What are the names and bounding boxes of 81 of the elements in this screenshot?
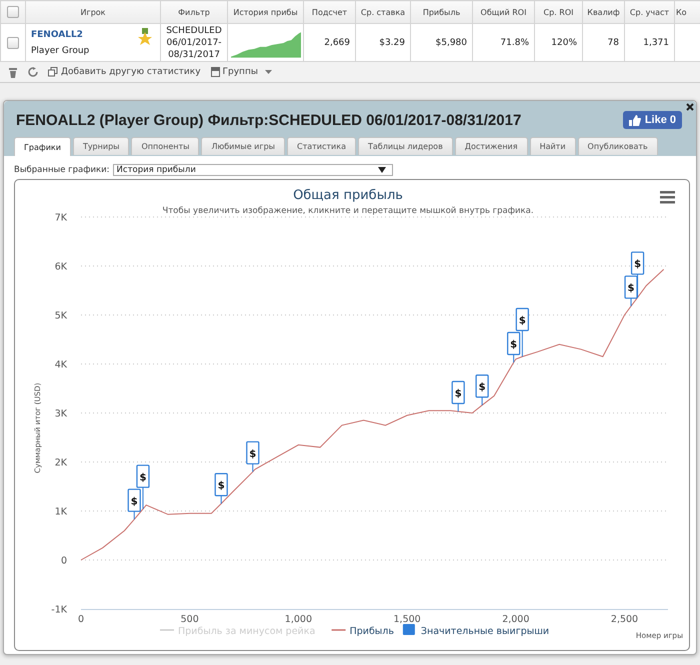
table-cell: 1,371 bbox=[643, 38, 669, 48]
big-win-flag: $ bbox=[516, 308, 529, 358]
axis-tick-label: 4K bbox=[54, 360, 67, 370]
axis-tick-label: 6K bbox=[54, 262, 67, 272]
checkbox[interactable] bbox=[7, 6, 19, 18]
axis-tick-label: 3K bbox=[54, 408, 67, 420]
legend-item[interactable]: Значительные выигрыши bbox=[402, 624, 550, 637]
big-win-flag: $ bbox=[128, 488, 141, 520]
tab[interactable]: Графики bbox=[14, 137, 71, 156]
delete-button[interactable] bbox=[8, 66, 18, 78]
column-header[interactable]: Ко bbox=[676, 8, 687, 16]
tab[interactable]: Оппоненты bbox=[131, 137, 200, 155]
axis-tick-label: 5K bbox=[54, 310, 67, 322]
axis-tick-label: -1K bbox=[51, 604, 67, 616]
axis-tick-label: 1,000 bbox=[284, 614, 312, 625]
add-statistic-button[interactable]: Добавить другую статистику bbox=[48, 67, 201, 77]
tab[interactable]: Достижения bbox=[454, 137, 528, 155]
tab[interactable]: Опубликовать bbox=[578, 137, 658, 155]
big-win-flag: $ bbox=[246, 441, 260, 472]
axis-tick-label: 2,500 bbox=[610, 614, 638, 625]
axis-tick-label: 500 bbox=[180, 614, 199, 625]
table-cell: $3.29 bbox=[379, 38, 405, 48]
axis-tick-label: 0 bbox=[78, 614, 84, 625]
like-button[interactable]: Like 0 bbox=[622, 111, 682, 129]
table-cell: 71.8% bbox=[500, 38, 529, 48]
axis-tick-label: 2,000 bbox=[502, 614, 530, 625]
groups-button[interactable]: Группы bbox=[210, 67, 272, 77]
axis-tick-label: 7K bbox=[54, 212, 67, 224]
chart-title: Общая прибыль bbox=[293, 188, 403, 203]
big-win-flag: $ bbox=[214, 473, 228, 504]
annotation: $ bbox=[249, 448, 256, 460]
chart-dropdown[interactable]: История прибыли bbox=[112, 164, 393, 176]
close-icon[interactable] bbox=[686, 103, 694, 111]
refresh-button[interactable] bbox=[28, 67, 38, 77]
axis-tick-label: 2K bbox=[54, 458, 67, 468]
filter-text: SCHEDULED bbox=[165, 24, 223, 36]
field-label: Выбранные графики: bbox=[14, 165, 110, 175]
big-win-flag: $ bbox=[136, 464, 150, 510]
tab[interactable]: Турниры bbox=[72, 137, 130, 155]
annotation: $ bbox=[218, 480, 225, 492]
annotation: $ bbox=[130, 496, 138, 508]
big-win-flag: $ bbox=[452, 380, 465, 412]
caret-icon bbox=[264, 70, 272, 74]
annotation: $ bbox=[518, 316, 526, 327]
annotation: $ bbox=[634, 259, 642, 270]
checkbox[interactable] bbox=[7, 36, 19, 48]
windows-icon bbox=[48, 67, 58, 77]
menu-icon[interactable] bbox=[660, 191, 675, 204]
table-cell: 78 bbox=[608, 38, 619, 48]
table-cell: 120% bbox=[551, 38, 577, 48]
filter-text: 08/31/2017 bbox=[167, 48, 221, 60]
tab[interactable]: Любимые игры bbox=[201, 137, 285, 155]
table-cell: 2,669 bbox=[324, 38, 350, 48]
tab[interactable]: Найти bbox=[530, 137, 576, 155]
annotation: $ bbox=[454, 388, 462, 400]
medal-icon bbox=[138, 28, 152, 45]
tab[interactable]: Статистика bbox=[286, 137, 356, 155]
thumbs-up-icon bbox=[628, 114, 641, 126]
chart-subtitle: Чтобы увеличить изображение, кликните и перетащите мышкой внутрь графика. bbox=[162, 206, 534, 216]
big-win-flag: $ bbox=[624, 276, 638, 307]
axis-tick-label: 0 bbox=[60, 556, 67, 566]
axis-tick-label: 1K bbox=[54, 506, 67, 518]
axis-tick-label: 1,500 bbox=[394, 614, 421, 625]
legend-item[interactable]: Прибыль bbox=[332, 626, 394, 637]
player-group: Player Group bbox=[31, 46, 155, 56]
player-link[interactable]: FENOALL2 bbox=[31, 30, 155, 40]
annotation: $ bbox=[478, 382, 486, 394]
tab[interactable]: Таблицы лидеров bbox=[358, 137, 453, 155]
big-win-flag: $ bbox=[476, 374, 489, 406]
filter-text: 06/01/2017- bbox=[165, 36, 223, 48]
annotation: $ bbox=[139, 472, 146, 484]
big-win-flag: $ bbox=[507, 332, 520, 364]
annotation: $ bbox=[628, 283, 635, 294]
dropdown-arrow-icon bbox=[378, 167, 386, 173]
legend-label: Прибыль bbox=[350, 626, 394, 637]
column-header[interactable]: Игрок bbox=[80, 8, 106, 16]
save-icon bbox=[210, 67, 220, 77]
column-header[interactable]: Фильтр bbox=[178, 8, 210, 16]
dialog-title: FENOALL2 (Player Group) Фильтр:SCHEDULED 06/01/2017-08/31/2017 bbox=[16, 112, 522, 128]
table-cell: $5,980 bbox=[436, 38, 467, 48]
annotation: $ bbox=[510, 340, 518, 351]
